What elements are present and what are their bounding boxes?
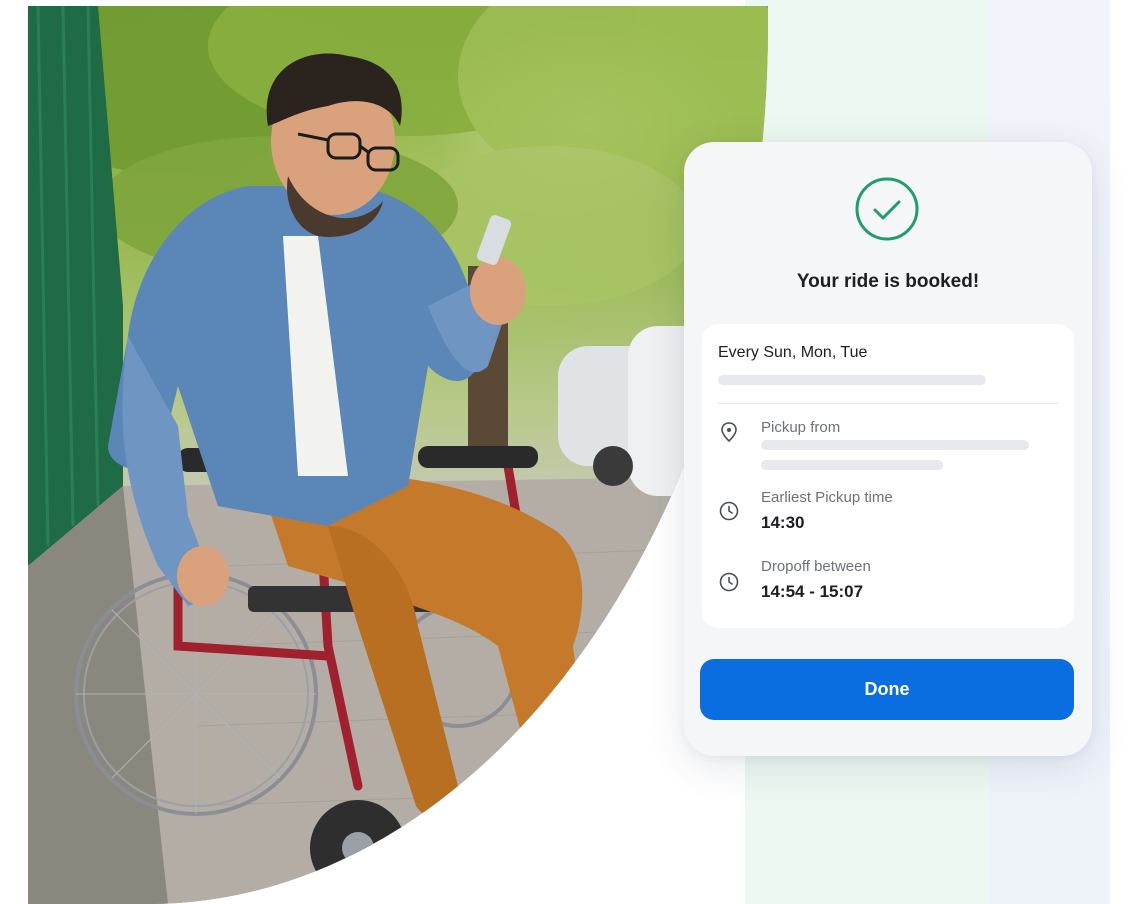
dropoff-label: Dropoff between xyxy=(761,558,871,575)
done-button[interactable]: Done xyxy=(700,659,1074,720)
divider xyxy=(718,403,1058,404)
background-edge xyxy=(1110,0,1134,904)
hero-photo xyxy=(28,6,768,904)
pickup-label: Pickup from xyxy=(761,419,841,436)
clock-icon xyxy=(718,500,740,522)
earliest-pickup-time: 14:30 xyxy=(761,513,805,532)
placeholder-bar xyxy=(761,440,1029,450)
earliest-pickup-label: Earliest Pickup time xyxy=(761,489,893,506)
ride-details-panel: Every Sun, Mon, Tue Pickup from Earliest… xyxy=(702,324,1074,628)
placeholder-bar xyxy=(718,375,986,385)
dropoff-time-window: 14:54 - 15:07 xyxy=(761,582,864,601)
schedule-text: Every Sun, Mon, Tue xyxy=(718,344,868,361)
check-circle-icon xyxy=(854,176,920,242)
card-title: Your ride is booked! xyxy=(796,271,980,292)
placeholder-bar xyxy=(761,460,943,470)
booking-confirmation-card: Your ride is booked! Every Sun, Mon, Tue… xyxy=(684,142,1092,756)
location-pin-icon xyxy=(718,421,740,443)
clock-icon xyxy=(718,571,740,593)
photo-illustration xyxy=(28,6,768,904)
